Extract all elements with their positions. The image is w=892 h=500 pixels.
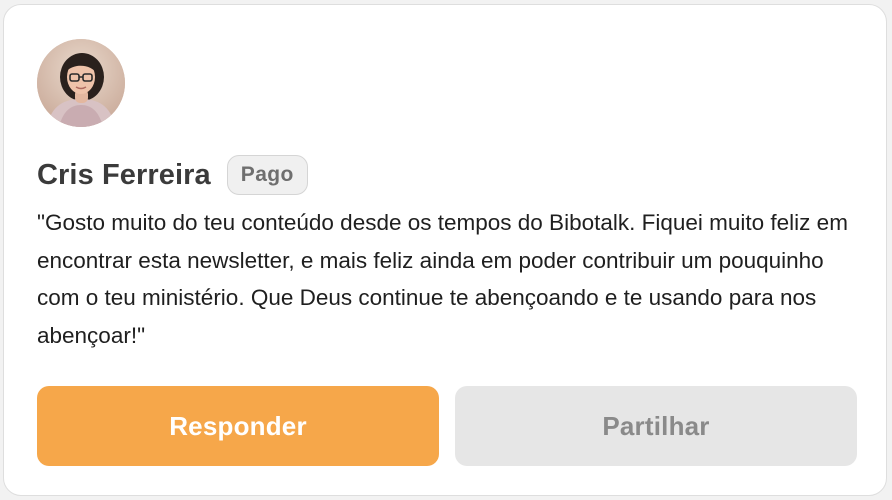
reply-button[interactable]: Responder bbox=[37, 386, 439, 466]
author-row: Cris Ferreira Pago bbox=[37, 153, 308, 197]
share-button[interactable]: Partilhar bbox=[455, 386, 857, 466]
author-name[interactable]: Cris Ferreira bbox=[37, 159, 211, 192]
avatar-photo-icon bbox=[37, 39, 125, 127]
comment-card: Cris Ferreira Pago "Gosto muito do teu c… bbox=[3, 4, 887, 496]
comment-text: "Gosto muito do teu conteúdo desde os te… bbox=[37, 210, 848, 348]
author-avatar[interactable] bbox=[37, 39, 125, 127]
paid-badge: Pago bbox=[226, 155, 308, 195]
